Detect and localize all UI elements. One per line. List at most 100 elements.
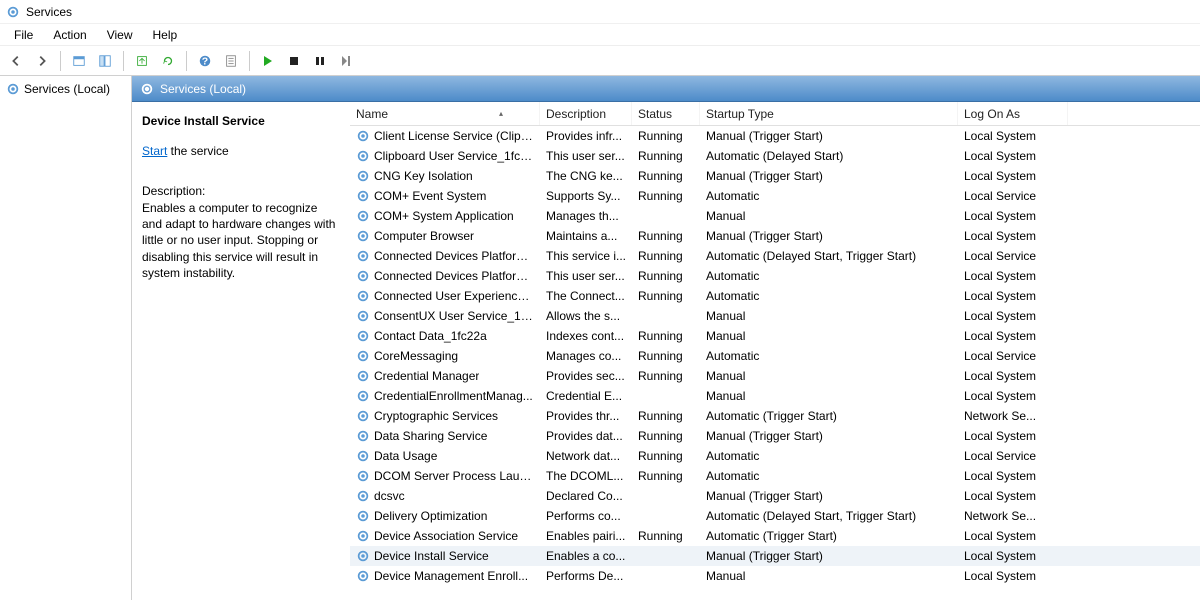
- gear-icon: [356, 249, 370, 263]
- toolbar-separator: [249, 51, 250, 71]
- cell-name: Credential Manager: [374, 369, 479, 383]
- cell-status: Running: [632, 169, 700, 183]
- table-row[interactable]: Delivery OptimizationPerforms co...Autom…: [350, 506, 1200, 526]
- svg-text:?: ?: [202, 55, 208, 67]
- table-row[interactable]: Connected Devices Platform ...This servi…: [350, 246, 1200, 266]
- cell-startup: Manual: [700, 569, 958, 583]
- table-row[interactable]: CoreMessagingManages co...RunningAutomat…: [350, 346, 1200, 366]
- cell-logon: Network Se...: [958, 409, 1068, 423]
- table-row[interactable]: Client License Service (ClipSV...Provide…: [350, 126, 1200, 146]
- cell-name: COM+ Event System: [374, 189, 486, 203]
- help-icon[interactable]: ?: [193, 49, 217, 73]
- table-row[interactable]: Clipboard User Service_1fc22aThis user s…: [350, 146, 1200, 166]
- table-row[interactable]: COM+ System ApplicationManages th...Manu…: [350, 206, 1200, 226]
- cell-logon: Local System: [958, 489, 1068, 503]
- gear-icon: [356, 429, 370, 443]
- cell-description: Credential E...: [540, 389, 632, 403]
- gear-icon: [356, 349, 370, 363]
- cell-logon: Local Service: [958, 449, 1068, 463]
- cell-logon: Local System: [958, 149, 1068, 163]
- table-row[interactable]: Data UsageNetwork dat...RunningAutomatic…: [350, 446, 1200, 466]
- list-header: Name▴ Description Status Startup Type Lo…: [350, 102, 1200, 126]
- detail-action-line: Start the service: [142, 144, 340, 158]
- cell-logon: Local System: [958, 389, 1068, 403]
- table-row[interactable]: Contact Data_1fc22aIndexes cont...Runnin…: [350, 326, 1200, 346]
- cell-name: COM+ System Application: [374, 209, 514, 223]
- detail-panel: Device Install Service Start the service…: [132, 102, 350, 600]
- cell-startup: Automatic: [700, 269, 958, 283]
- cell-name: Delivery Optimization: [374, 509, 487, 523]
- gear-icon: [356, 209, 370, 223]
- cell-description: Network dat...: [540, 449, 632, 463]
- gear-icon: [356, 469, 370, 483]
- cell-status: Running: [632, 329, 700, 343]
- restart-icon[interactable]: [334, 49, 358, 73]
- gear-icon: [356, 549, 370, 563]
- table-row[interactable]: COM+ Event SystemSupports Sy...RunningAu…: [350, 186, 1200, 206]
- table-row[interactable]: Connected Devices Platform ...This user …: [350, 266, 1200, 286]
- cell-startup: Manual: [700, 209, 958, 223]
- content: Device Install Service Start the service…: [132, 102, 1200, 600]
- table-row[interactable]: Device Association ServiceEnables pairi.…: [350, 526, 1200, 546]
- table-row[interactable]: Cryptographic ServicesProvides thr...Run…: [350, 406, 1200, 426]
- cell-name: Connected User Experiences ...: [374, 289, 534, 303]
- table-row[interactable]: ConsentUX User Service_1fc...Allows the …: [350, 306, 1200, 326]
- cell-status: Running: [632, 249, 700, 263]
- export-icon[interactable]: [130, 49, 154, 73]
- cell-startup: Manual: [700, 369, 958, 383]
- start-link[interactable]: Start: [142, 144, 167, 158]
- table-row[interactable]: Credential ManagerProvides sec...Running…: [350, 366, 1200, 386]
- table-row[interactable]: Device Install ServiceEnables a co...Man…: [350, 546, 1200, 566]
- cell-logon: Local System: [958, 429, 1068, 443]
- col-header-startup[interactable]: Startup Type: [700, 102, 958, 125]
- cell-description: Provides dat...: [540, 429, 632, 443]
- cell-status: Running: [632, 229, 700, 243]
- gear-icon: [356, 529, 370, 543]
- table-row[interactable]: CNG Key IsolationThe CNG ke...RunningMan…: [350, 166, 1200, 186]
- service-list[interactable]: Name▴ Description Status Startup Type Lo…: [350, 102, 1200, 600]
- cell-startup: Automatic (Delayed Start): [700, 149, 958, 163]
- cell-startup: Automatic (Delayed Start, Trigger Start): [700, 249, 958, 263]
- table-row[interactable]: Connected User Experiences ...The Connec…: [350, 286, 1200, 306]
- menu-action[interactable]: Action: [43, 26, 96, 44]
- menu-help[interactable]: Help: [143, 26, 188, 44]
- table-row[interactable]: Device Management Enroll...Performs De..…: [350, 566, 1200, 586]
- stop-icon[interactable]: [282, 49, 306, 73]
- table-row[interactable]: Computer BrowserMaintains a...RunningMan…: [350, 226, 1200, 246]
- cell-name: Connected Devices Platform ...: [374, 269, 534, 283]
- toolbar-separator: [60, 51, 61, 71]
- col-header-description[interactable]: Description: [540, 102, 632, 125]
- refresh-icon[interactable]: [156, 49, 180, 73]
- titlebar: Services: [0, 0, 1200, 24]
- up-icon[interactable]: [67, 49, 91, 73]
- tree-item-services-local[interactable]: Services (Local): [2, 80, 129, 98]
- app-icon: [6, 5, 20, 19]
- gear-icon: [356, 329, 370, 343]
- cell-description: Allows the s...: [540, 309, 632, 323]
- forward-icon[interactable]: [30, 49, 54, 73]
- properties-icon[interactable]: [219, 49, 243, 73]
- menu-view[interactable]: View: [97, 26, 143, 44]
- show-hide-tree-icon[interactable]: [93, 49, 117, 73]
- table-row[interactable]: DCOM Server Process Launc...The DCOML...…: [350, 466, 1200, 486]
- cell-startup: Manual (Trigger Start): [700, 129, 958, 143]
- cell-logon: Local Service: [958, 349, 1068, 363]
- menu-file[interactable]: File: [4, 26, 43, 44]
- main-tab[interactable]: Services (Local): [132, 76, 1200, 102]
- gear-icon: [140, 82, 154, 96]
- back-icon[interactable]: [4, 49, 28, 73]
- toolbar-separator: [123, 51, 124, 71]
- start-icon[interactable]: [256, 49, 280, 73]
- col-header-name[interactable]: Name▴: [350, 102, 540, 125]
- menubar: FileActionViewHelp: [0, 24, 1200, 46]
- col-header-status[interactable]: Status: [632, 102, 700, 125]
- cell-name: Cryptographic Services: [374, 409, 498, 423]
- table-row[interactable]: Data Sharing ServiceProvides dat...Runni…: [350, 426, 1200, 446]
- cell-startup: Automatic: [700, 289, 958, 303]
- table-row[interactable]: CredentialEnrollmentManag...Credential E…: [350, 386, 1200, 406]
- cell-logon: Local Service: [958, 249, 1068, 263]
- pause-icon[interactable]: [308, 49, 332, 73]
- table-row[interactable]: dcsvcDeclared Co...Manual (Trigger Start…: [350, 486, 1200, 506]
- col-header-logon[interactable]: Log On As: [958, 102, 1068, 125]
- cell-name: Connected Devices Platform ...: [374, 249, 534, 263]
